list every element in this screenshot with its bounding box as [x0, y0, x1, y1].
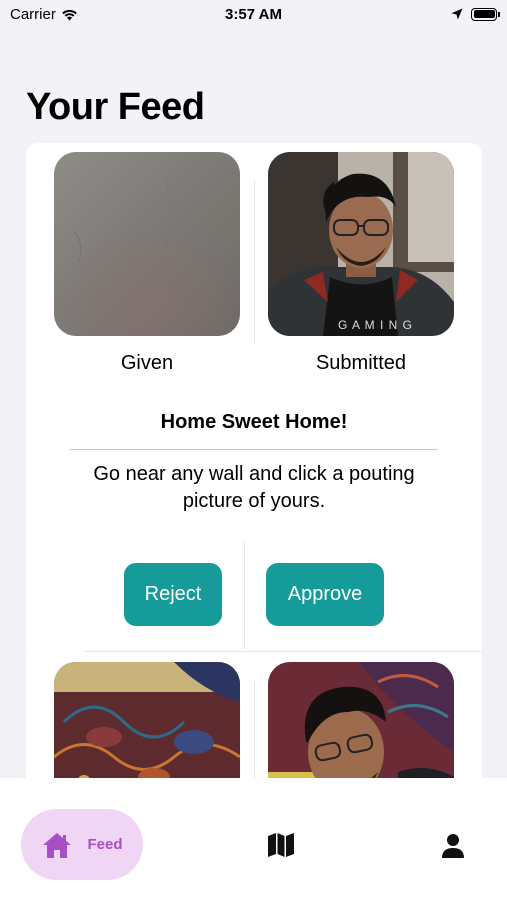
feed-card-next [26, 652, 482, 812]
status-right [451, 7, 500, 21]
tab-feed[interactable]: Feed [21, 809, 143, 880]
battery-icon [471, 7, 500, 21]
page-title: Your Feed [26, 86, 205, 128]
wifi-icon [62, 9, 77, 20]
given-column: Given [54, 152, 240, 375]
submitted-column: G A M I N G Submitted [268, 152, 454, 375]
status-left: Carrier [10, 6, 78, 23]
location-arrow-icon [451, 8, 463, 20]
person-icon [442, 834, 464, 858]
selfie-photo-image: G A M I N G [268, 152, 454, 336]
status-bar: Carrier 3:57 AM [0, 0, 507, 28]
map-icon [268, 833, 294, 857]
tab-map[interactable] [267, 832, 295, 863]
task-title: Home Sweet Home! [160, 411, 348, 433]
given-caption: Given [120, 352, 174, 374]
task-divider [70, 449, 438, 450]
submitted-caption: Submitted [315, 352, 407, 374]
column-divider [254, 180, 255, 345]
task-description: Go near any wall and click a pouting pic… [93, 463, 415, 512]
house-icon [43, 832, 72, 858]
feed-card: Given G A M I N G Submitted Home Sweet H… [26, 143, 482, 658]
carrier-label: Carrier [10, 5, 56, 23]
reject-button[interactable]: Reject [124, 563, 222, 626]
battery-fill [473, 10, 495, 18]
wall-photo-image [54, 152, 240, 336]
tab-profile[interactable] [441, 833, 465, 864]
given-photo[interactable] [54, 152, 240, 336]
button-divider [244, 541, 245, 649]
submitted-photo[interactable]: G A M I N G [268, 152, 454, 336]
approve-button[interactable]: Approve [266, 563, 384, 626]
tab-bar: Feed [0, 778, 507, 900]
svg-text:G A M I N G: G A M I N G [338, 318, 413, 332]
tab-feed-label: Feed [87, 836, 123, 853]
photo-row: Given G A M I N G Submitted [26, 152, 482, 382]
